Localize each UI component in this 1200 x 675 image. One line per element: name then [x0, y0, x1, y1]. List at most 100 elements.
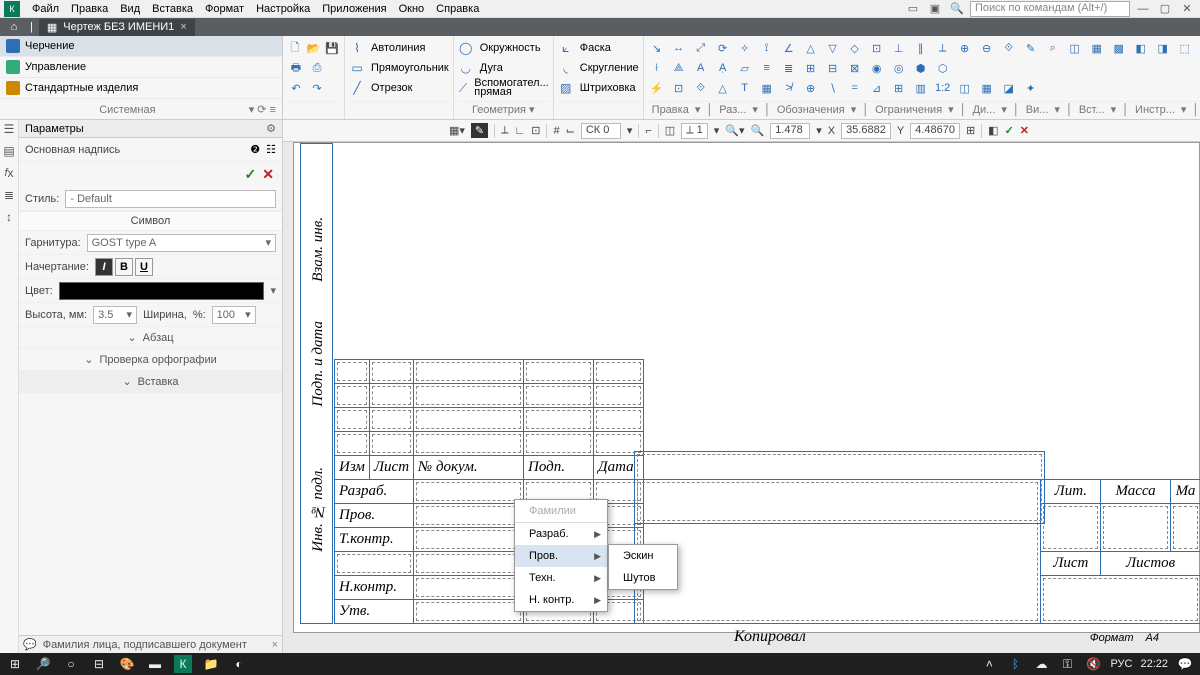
- status-close-icon[interactable]: ×: [272, 639, 278, 651]
- y-coord[interactable]: 4.48670: [910, 123, 960, 139]
- hatch-button[interactable]: Штриховка: [580, 82, 636, 94]
- rail-fx-icon[interactable]: fx: [4, 164, 13, 182]
- tool-icon[interactable]: ⊞: [802, 59, 820, 77]
- tool-icon[interactable]: ↔: [670, 39, 688, 57]
- autoline-button[interactable]: Автолиния: [371, 42, 425, 54]
- tb-cortana-icon[interactable]: ○: [62, 655, 80, 673]
- grp-edit[interactable]: Правка: [652, 104, 689, 116]
- tray-time[interactable]: 22:22: [1140, 658, 1168, 670]
- tray-lang[interactable]: РУС: [1110, 658, 1132, 670]
- tray-wifi-icon[interactable]: ⚿: [1058, 655, 1076, 673]
- italic-button[interactable]: I: [95, 258, 113, 276]
- tray-cloud-icon[interactable]: ☁: [1032, 655, 1050, 673]
- home-tab[interactable]: ⌂: [4, 21, 24, 33]
- tool-icon[interactable]: ⊿: [868, 79, 886, 97]
- grp-dim[interactable]: Раз...: [719, 104, 746, 116]
- tool-icon[interactable]: ⊡: [868, 39, 886, 57]
- doc-tab[interactable]: ▦ Чертеж БЕЗ ИМЕНИ1 ×: [39, 19, 195, 36]
- tool-icon[interactable]: ⊟: [824, 59, 842, 77]
- snap3-icon[interactable]: ⊡: [531, 124, 540, 137]
- menu-apps[interactable]: Приложения: [316, 1, 392, 17]
- tool-icon[interactable]: ◧: [1132, 39, 1150, 57]
- layout2-icon[interactable]: ▣: [926, 1, 944, 17]
- tb-search-icon[interactable]: 🔎: [34, 655, 52, 673]
- underline-button[interactable]: U: [135, 258, 153, 276]
- tool-icon[interactable]: ⌕: [1044, 39, 1062, 57]
- tool-icon[interactable]: ⊞: [890, 79, 908, 97]
- snap2-icon[interactable]: ∟: [514, 125, 525, 137]
- chamfer-icon[interactable]: ⟀: [558, 40, 574, 56]
- tool-icon[interactable]: ⬚: [1176, 39, 1194, 57]
- apply-icon[interactable]: ✓: [245, 166, 257, 183]
- tray-vol-icon[interactable]: 🔇: [1084, 655, 1102, 673]
- close-icon[interactable]: ✕: [1178, 1, 1196, 17]
- undo-icon[interactable]: ↶: [287, 79, 305, 97]
- grid-icon[interactable]: #: [553, 125, 559, 137]
- tool-icon[interactable]: ⤢: [692, 39, 710, 57]
- grp-vst[interactable]: Вст...: [1079, 104, 1105, 116]
- tool-icon[interactable]: ⟂: [934, 39, 952, 57]
- rail-props-icon[interactable]: ▤: [3, 142, 14, 160]
- tool-icon[interactable]: ◨: [1154, 39, 1172, 57]
- tool-icon[interactable]: ▩: [1110, 39, 1128, 57]
- hatch-icon[interactable]: ▨: [558, 80, 574, 96]
- tool-icon[interactable]: ◇: [846, 39, 864, 57]
- cancel-icon[interactable]: ✕: [262, 166, 274, 183]
- menu-file[interactable]: Файл: [26, 1, 65, 17]
- submenu-shutov[interactable]: Шутов: [609, 567, 677, 589]
- tool-icon[interactable]: ◫: [1066, 39, 1084, 57]
- tool-icon[interactable]: △: [714, 79, 732, 97]
- tool-icon[interactable]: =: [846, 79, 864, 97]
- auxline-button[interactable]: Вспомогател...прямая: [474, 79, 549, 97]
- tool-icon[interactable]: ⬢: [912, 59, 930, 77]
- chamfer-button[interactable]: Фаска: [580, 42, 611, 54]
- tool-icon[interactable]: ⟁: [670, 59, 688, 77]
- layout-icon[interactable]: ▭: [904, 1, 922, 17]
- tool-icon[interactable]: ⊖: [978, 39, 996, 57]
- color-select[interactable]: [59, 282, 265, 300]
- pencil-icon[interactable]: ✎: [471, 123, 488, 138]
- tool-icon[interactable]: ⟐: [692, 79, 710, 97]
- new-icon[interactable]: 🗋: [287, 39, 303, 57]
- style-select[interactable]: - Default: [65, 190, 276, 208]
- tool-icon[interactable]: ▥: [912, 79, 930, 97]
- tool-icon[interactable]: ⊕: [802, 79, 820, 97]
- menu-item-razrab[interactable]: Разраб.▶: [515, 523, 607, 545]
- rail-tree-icon[interactable]: ☰: [4, 120, 15, 138]
- grp-constr[interactable]: Ограничения: [875, 104, 942, 116]
- minimize-icon[interactable]: —: [1134, 1, 1152, 17]
- auxline-icon[interactable]: ⟋: [458, 80, 469, 96]
- tree-icon[interactable]: ☷: [266, 143, 276, 156]
- tb-explorer-icon[interactable]: 📁: [202, 655, 220, 673]
- mode-standard[interactable]: Стандартные изделия: [0, 78, 282, 99]
- submenu-eskin[interactable]: Эскин: [609, 545, 677, 567]
- tool-icon[interactable]: ✧: [736, 39, 754, 57]
- tool-icon[interactable]: ∖: [824, 79, 842, 97]
- menu-format[interactable]: Формат: [199, 1, 250, 17]
- tool-icon[interactable]: ⟳: [714, 39, 732, 57]
- tool-icon[interactable]: ◉: [868, 59, 886, 77]
- tool-icon[interactable]: ✦: [1022, 79, 1040, 97]
- zoom-icon[interactable]: 🔍: [750, 124, 764, 137]
- menu-edit[interactable]: Правка: [65, 1, 114, 17]
- rail-rev-icon[interactable]: ↕: [6, 208, 12, 226]
- tool-icon[interactable]: ≡: [758, 59, 776, 77]
- line-button[interactable]: Отрезок: [371, 82, 412, 94]
- tb-kompas-icon[interactable]: К: [174, 655, 192, 673]
- command-search[interactable]: Поиск по командам (Alt+/): [970, 1, 1130, 17]
- tool-icon[interactable]: ▦: [978, 79, 996, 97]
- circle-icon[interactable]: ◯: [458, 40, 474, 56]
- tool-icon[interactable]: ⬡: [934, 59, 952, 77]
- preview-icon[interactable]: ⎙: [308, 59, 326, 77]
- line-icon[interactable]: ╱: [349, 80, 365, 96]
- zoom-input[interactable]: 1.478: [770, 123, 810, 139]
- rect-button[interactable]: Прямоугольник: [371, 62, 449, 74]
- tool-icon[interactable]: ⊥: [890, 39, 908, 57]
- tool-icon[interactable]: ◪: [1000, 79, 1018, 97]
- tool-icon[interactable]: ▦: [1088, 39, 1106, 57]
- expand-spellcheck[interactable]: ⌄Проверка орфографии: [19, 349, 282, 371]
- tool-icon[interactable]: ≯: [780, 79, 798, 97]
- tool-icon[interactable]: A: [692, 59, 710, 77]
- tool-icon[interactable]: 1:2: [934, 79, 952, 97]
- tb-app2-icon[interactable]: ▬: [146, 655, 164, 673]
